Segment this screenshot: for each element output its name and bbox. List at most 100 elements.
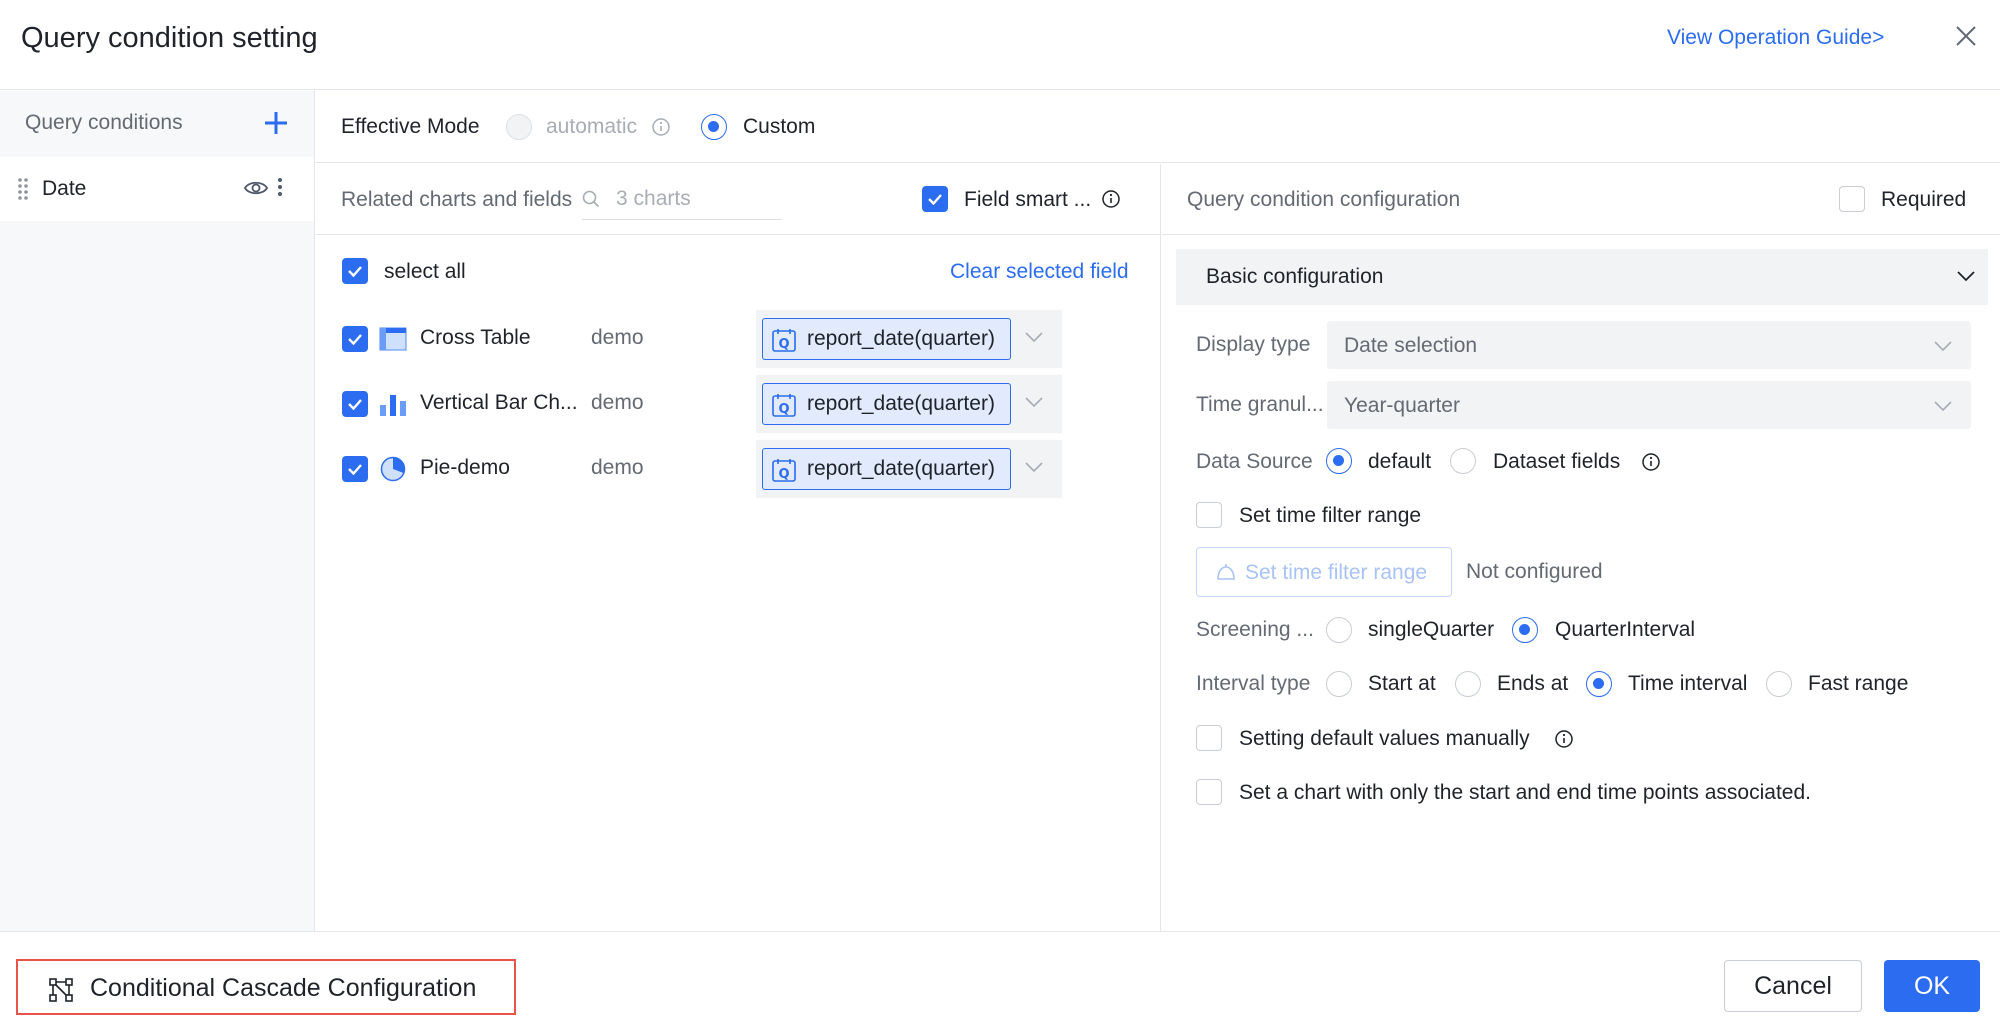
default-values-checkbox[interactable]	[1196, 725, 1222, 751]
field-tag[interactable]: Q report_date(quarter)	[762, 383, 1011, 425]
query-config-panel: Query condition configuration Required B…	[1162, 164, 2000, 931]
related-charts-label: Related charts and fields	[341, 188, 573, 211]
effective-mode-row: Effective Mode automatic Custom	[316, 91, 2000, 163]
check-icon	[348, 334, 362, 346]
chart-dataset: demo	[591, 456, 644, 479]
data-source-default-radio[interactable]	[1326, 448, 1352, 474]
time-interval-radio[interactable]	[1586, 671, 1612, 697]
data-source-label: Data Source	[1196, 450, 1313, 473]
chevron-down-icon[interactable]	[1024, 395, 1044, 409]
plus-icon	[265, 112, 287, 134]
chevron-down-icon	[1934, 341, 1952, 352]
condition-item-label: Date	[42, 177, 87, 200]
chart-row: Vertical Bar Ch... demo Q report_date(qu…	[316, 375, 1161, 433]
eye-icon[interactable]	[244, 179, 268, 197]
more-vertical-icon[interactable]	[276, 175, 284, 199]
chart-name: Cross Table	[420, 326, 531, 349]
condition-item-date[interactable]: Date	[0, 157, 314, 221]
chevron-down-icon[interactable]	[1024, 460, 1044, 474]
chart-row: Cross Table demo Q report_date(quarter)	[316, 310, 1161, 368]
svg-text:Q: Q	[778, 467, 789, 482]
chart-search	[582, 178, 782, 220]
info-icon[interactable]	[651, 117, 671, 137]
ends-at-radio[interactable]	[1455, 671, 1481, 697]
info-icon[interactable]	[1554, 729, 1574, 749]
query-conditions-heading: Query conditions	[25, 111, 183, 134]
pie-chart-icon	[380, 456, 406, 482]
chart-name: Vertical Bar Ch...	[420, 391, 578, 414]
info-icon[interactable]	[1641, 452, 1661, 472]
single-quarter-radio[interactable]	[1326, 617, 1352, 643]
time-granularity-label: Time granul...	[1196, 393, 1324, 416]
chevron-down-icon	[1957, 271, 1975, 282]
bar-chart-icon	[380, 395, 406, 416]
query-config-header: Query condition configuration Required	[1162, 164, 2000, 235]
start-at-radio[interactable]	[1326, 671, 1352, 697]
ok-button[interactable]: OK	[1884, 960, 1980, 1012]
field-tag[interactable]: Q report_date(quarter)	[762, 318, 1011, 360]
time-interval-label: Time interval	[1628, 672, 1748, 695]
close-button[interactable]	[1950, 20, 1982, 52]
add-condition-button[interactable]	[262, 109, 290, 137]
field-name: report_date(quarter)	[807, 327, 995, 350]
query-config-heading: Query condition configuration	[1187, 188, 1461, 211]
check-icon	[348, 266, 362, 278]
field-smart-checkbox[interactable]	[922, 186, 948, 212]
data-source-default-label: default	[1368, 450, 1432, 473]
screening-label: Screening ...	[1196, 618, 1314, 641]
display-type-value: Date selection	[1344, 334, 1478, 357]
time-granularity-value: Year-quarter	[1344, 394, 1460, 417]
dialog-footer: Conditional Cascade Configuration Cancel…	[0, 931, 2000, 1020]
data-source-dataset-label: Dataset fields	[1493, 450, 1621, 473]
info-icon[interactable]	[1101, 189, 1121, 209]
chevron-down-icon	[1934, 401, 1952, 412]
set-time-filter-range-button: Set time filter range	[1196, 547, 1452, 597]
chart-row: Pie-demo demo Q report_date(quarter)	[316, 440, 1161, 498]
ends-at-label: Ends at	[1497, 672, 1569, 695]
svg-text:Q: Q	[778, 337, 789, 352]
cross-table-icon	[379, 327, 407, 351]
time-granularity-select[interactable]: Year-quarter	[1327, 381, 1971, 429]
custom-radio[interactable]	[701, 114, 727, 140]
effective-mode-label: Effective Mode	[341, 115, 480, 138]
select-all-label: select all	[384, 260, 466, 283]
conditional-cascade-configuration-button[interactable]: Conditional Cascade Configuration	[16, 959, 516, 1015]
quarter-date-icon: Q	[772, 329, 796, 352]
quarter-date-icon: Q	[772, 394, 796, 417]
display-type-select[interactable]: Date selection	[1327, 321, 1971, 369]
quarter-interval-radio[interactable]	[1512, 617, 1538, 643]
search-icon	[582, 190, 600, 208]
default-values-label: Setting default values manually	[1239, 727, 1530, 750]
fast-range-radio[interactable]	[1766, 671, 1792, 697]
view-operation-guide-link[interactable]: View Operation Guide>	[1667, 26, 1884, 50]
cancel-button[interactable]: Cancel	[1724, 960, 1862, 1012]
related-charts-panel: Related charts and fields Field smart ..…	[316, 164, 1161, 931]
display-type-label: Display type	[1196, 333, 1311, 356]
filter-icon	[1217, 564, 1235, 580]
interval-type-label: Interval type	[1196, 672, 1311, 695]
select-all-checkbox[interactable]	[342, 258, 368, 284]
check-icon	[348, 399, 362, 411]
cascade-icon	[49, 978, 73, 1002]
chart-checkbox[interactable]	[342, 456, 368, 482]
chevron-down-icon[interactable]	[1024, 330, 1044, 344]
basic-configuration-section[interactable]: Basic configuration	[1176, 249, 1988, 305]
required-checkbox[interactable]	[1839, 186, 1865, 212]
related-charts-header: Related charts and fields Field smart ..…	[316, 164, 1161, 235]
close-icon	[1956, 26, 1976, 46]
field-select: Q report_date(quarter)	[756, 310, 1062, 368]
required-label: Required	[1881, 188, 1967, 211]
drag-handle-icon[interactable]	[17, 177, 29, 201]
clear-selected-field-link[interactable]: Clear selected field	[950, 260, 1129, 284]
dialog-header: Query condition setting View Operation G…	[0, 0, 2000, 90]
time-filter-checkbox[interactable]	[1196, 502, 1222, 528]
start-end-points-checkbox[interactable]	[1196, 779, 1222, 805]
dialog-title: Query condition setting	[21, 22, 318, 54]
data-source-dataset-radio[interactable]	[1450, 448, 1476, 474]
basic-configuration-title: Basic configuration	[1206, 265, 1384, 288]
chart-checkbox[interactable]	[342, 391, 368, 417]
chart-checkbox[interactable]	[342, 326, 368, 352]
chart-name: Pie-demo	[420, 456, 510, 479]
chart-search-input[interactable]	[616, 184, 776, 214]
field-tag[interactable]: Q report_date(quarter)	[762, 448, 1011, 490]
